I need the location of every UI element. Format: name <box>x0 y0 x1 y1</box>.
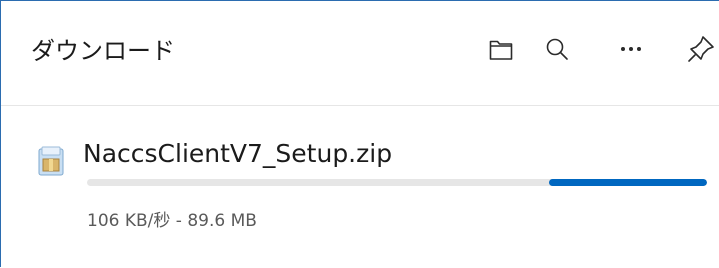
more-icon <box>621 47 641 51</box>
open-downloads-folder-button[interactable] <box>483 31 519 67</box>
download-progress-fill <box>549 179 707 186</box>
folder-icon <box>489 40 513 60</box>
downloads-header: ダウンロード <box>1 1 719 106</box>
download-item[interactable]: NaccsClientV7_Setup.zip 106 KB/秒 - 89.6 … <box>1 105 719 268</box>
search-icon <box>546 38 568 60</box>
zip-archive-icon <box>38 146 64 176</box>
search-downloads-button[interactable] <box>539 31 575 67</box>
page-title: ダウンロード <box>31 37 175 65</box>
pin-panel-button[interactable] <box>683 31 719 67</box>
download-filename[interactable]: NaccsClientV7_Setup.zip <box>83 139 392 168</box>
download-status: 106 KB/秒 - 89.6 MB <box>87 211 257 231</box>
downloads-panel: ダウンロード NaccsClientV7_Setup.zip 106 KB/秒 … <box>0 0 719 267</box>
download-progress-bar <box>87 179 707 186</box>
more-options-button[interactable] <box>613 31 649 67</box>
pin-icon <box>688 36 714 62</box>
